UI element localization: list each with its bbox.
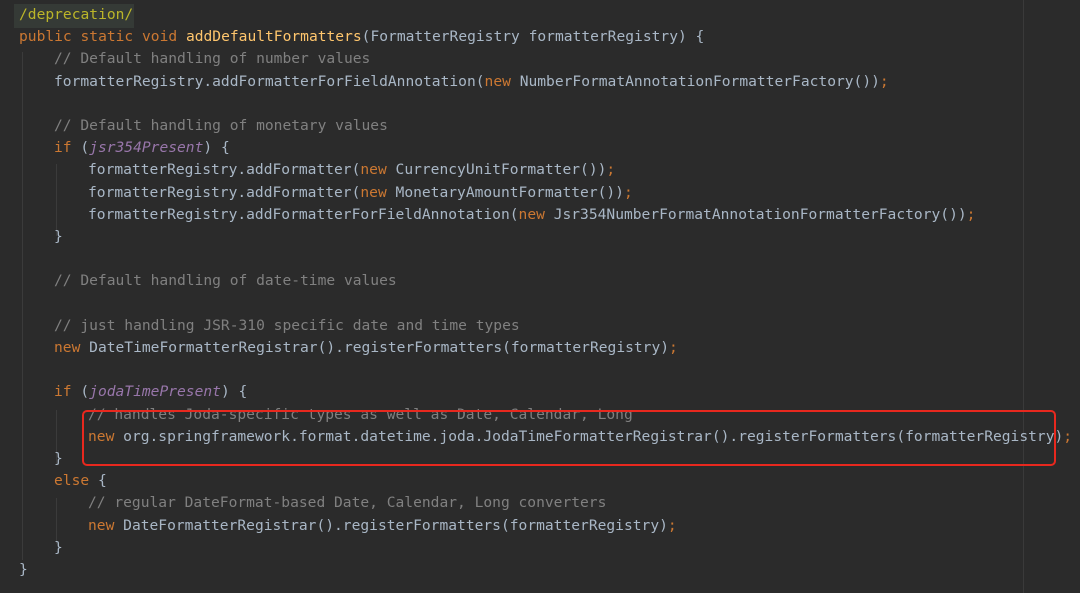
code-editor[interactable]: /deprecation/public static void addDefau… — [0, 0, 1080, 593]
code-token: formatterRegistry.addFormatterForFieldAn… — [88, 205, 519, 223]
code-token: (FormatterRegistry formatterRegistry) { — [361, 28, 705, 46]
code-token: NumberFormatAnnotationFormatterFactory()… — [519, 72, 880, 90]
code-line[interactable]: // Default handling of date-time values — [0, 270, 1080, 292]
code-line[interactable]: // Default handling of monetary values — [0, 115, 1080, 137]
code-line[interactable]: formatterRegistry.addFormatter(new Monet… — [0, 182, 1080, 204]
code-token: new — [88, 516, 124, 534]
code-token: formatterRegistry.addFormatter( — [88, 161, 361, 179]
code-token: ; — [966, 205, 976, 223]
code-line[interactable]: } — [0, 537, 1080, 559]
code-token: // handles Joda-specific types as well a… — [88, 405, 633, 423]
code-token: else — [54, 472, 98, 490]
code-token: jodaTimePresent — [89, 383, 221, 401]
code-token: } — [19, 561, 28, 578]
code-token: if — [54, 139, 81, 157]
code-token: new — [518, 205, 554, 223]
code-token: // regular DateFormat-based Date, Calend… — [88, 494, 607, 512]
code-token: ) { — [203, 139, 230, 157]
code-line[interactable]: /deprecation/ — [0, 4, 1080, 26]
code-line[interactable]: formatterRegistry.addFormatterForFieldAn… — [0, 71, 1080, 93]
code-token: ( — [80, 139, 90, 157]
code-line[interactable]: formatterRegistry.addFormatter(new Curre… — [0, 159, 1080, 181]
code-line[interactable]: // Default handling of number values — [0, 48, 1080, 70]
code-token: ; — [623, 183, 633, 201]
code-token: ; — [606, 161, 616, 179]
code-line[interactable]: if (jsr354Present) { — [0, 137, 1080, 159]
code-token: ; — [667, 516, 677, 534]
code-token: { — [97, 472, 107, 490]
code-token: } — [54, 450, 63, 467]
code-line[interactable]: if (jodaTimePresent) { — [0, 381, 1080, 403]
code-line[interactable]: new org.springframework.format.datetime.… — [0, 426, 1080, 448]
code-token: addDefaultFormatters — [185, 28, 362, 46]
code-line[interactable]: } — [0, 448, 1080, 470]
code-token: ) { — [220, 383, 248, 401]
code-line[interactable]: } — [0, 559, 1080, 581]
code-line[interactable] — [0, 248, 1080, 270]
code-token: // Default handling of monetary values — [54, 117, 388, 134]
code-token: // Default handling of date-time values — [54, 272, 397, 290]
code-token: CurrencyUnitFormatter()) — [395, 161, 607, 179]
code-line[interactable]: public static void addDefaultFormatters(… — [0, 26, 1080, 48]
code-token: new — [88, 427, 124, 445]
code-line[interactable]: formatterRegistry.addFormatterForFieldAn… — [0, 204, 1080, 226]
code-token: // Default handling of number values — [54, 50, 371, 68]
code-token: MonetaryAmountFormatter()) — [395, 183, 624, 201]
code-line[interactable]: else { — [0, 470, 1080, 492]
code-token: new — [54, 339, 90, 356]
code-token: // just handling JSR-310 specific date a… — [54, 316, 520, 334]
code-line[interactable] — [0, 293, 1080, 315]
code-token: new — [484, 72, 520, 90]
code-token: jsr354Present — [89, 139, 204, 157]
code-token: DateTimeFormatterRegistrar().registerFor… — [89, 339, 670, 356]
code-token: DateFormatterRegistrar().registerFormatt… — [123, 516, 668, 534]
code-token: new — [360, 161, 396, 179]
code-line[interactable]: } — [0, 226, 1080, 248]
code-line[interactable]: new DateTimeFormatterRegistrar().registe… — [0, 337, 1080, 359]
code-line[interactable]: // handles Joda-specific types as well a… — [0, 404, 1080, 426]
code-line[interactable]: // just handling JSR-310 specific date a… — [0, 315, 1080, 337]
code-token: } — [54, 228, 63, 245]
code-token: ( — [80, 383, 90, 401]
code-token: } — [54, 538, 63, 556]
code-token: if — [54, 383, 81, 401]
code-token: /deprecation/ — [19, 6, 134, 23]
code-line[interactable]: // regular DateFormat-based Date, Calend… — [0, 492, 1080, 514]
code-token: formatterRegistry.addFormatter( — [88, 183, 361, 201]
code-token: ; — [669, 339, 678, 356]
code-line[interactable] — [0, 93, 1080, 115]
code-token: formatterRegistry.addFormatterForFieldAn… — [54, 72, 485, 90]
code-token: org.springframework.format.datetime.joda… — [123, 427, 1064, 445]
code-token: Jsr354NumberFormatAnnotationFormatterFac… — [553, 205, 967, 223]
code-token: ; — [1063, 427, 1073, 445]
code-line[interactable]: new DateFormatterRegistrar().registerFor… — [0, 515, 1080, 537]
code-token: public static void — [19, 28, 186, 46]
code-line[interactable] — [0, 359, 1080, 381]
code-token: new — [360, 183, 396, 201]
code-token: ; — [879, 72, 889, 90]
